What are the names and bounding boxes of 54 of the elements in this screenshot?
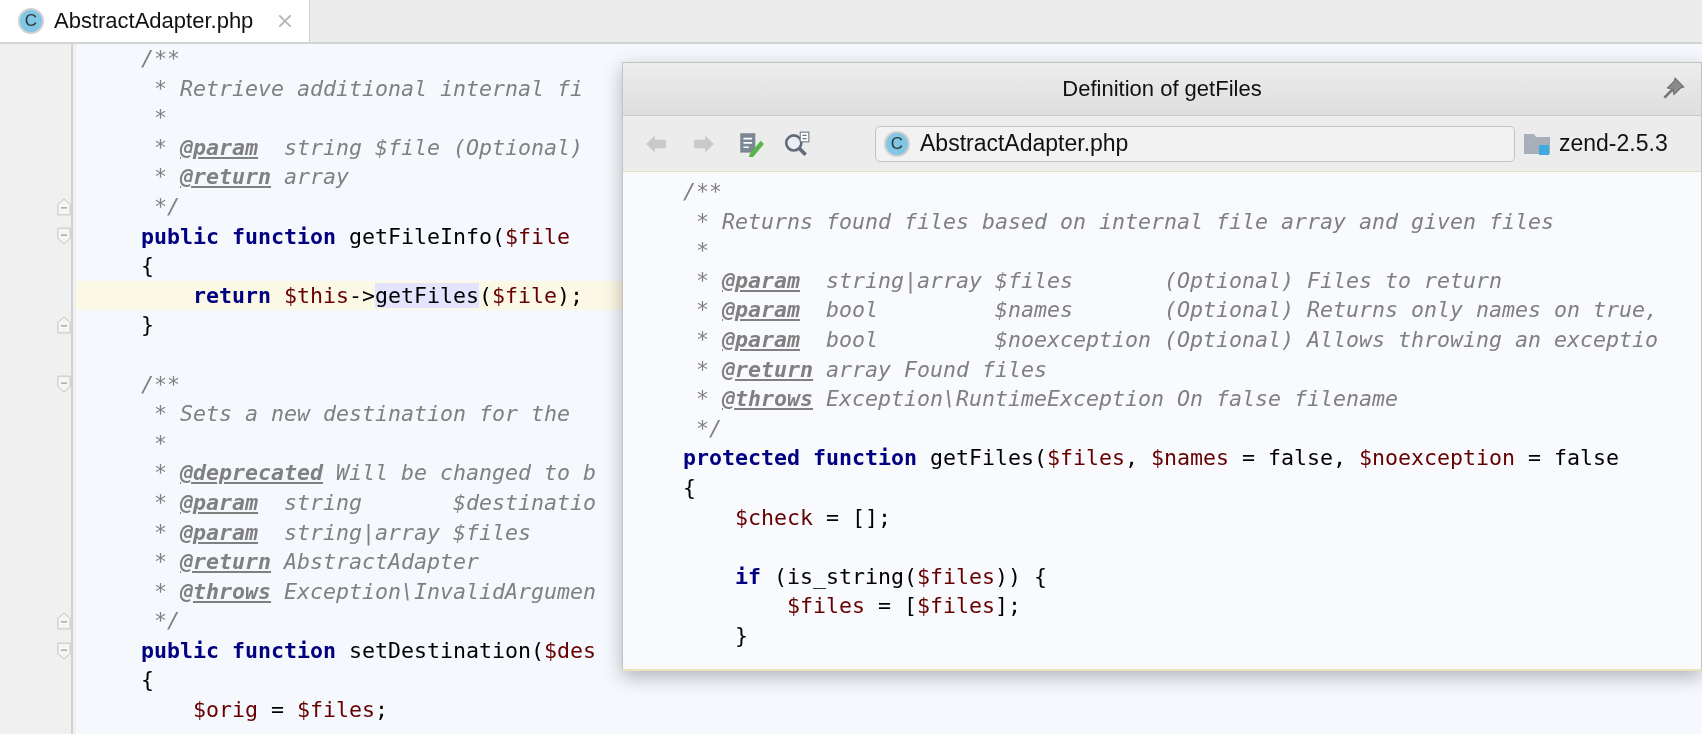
- fold-marker-icon[interactable]: [57, 375, 71, 394]
- pin-icon[interactable]: [1661, 75, 1687, 101]
- code-line: $files = [$files];: [786, 592, 1022, 621]
- fold-marker-icon[interactable]: [57, 227, 71, 246]
- code-line: *: [153, 429, 167, 458]
- code-line: $orig = $files;: [192, 696, 389, 725]
- code-line: return $this->getFiles($file);: [192, 281, 584, 310]
- code-line: * @return AbstractAdapter: [153, 548, 480, 577]
- editor-tab[interactable]: C AbstractAdapter.php: [0, 0, 311, 42]
- code-line: * @param bool $names (Optional) Returns only names on true,: [695, 296, 1659, 325]
- code-line: /**: [140, 45, 180, 73]
- code-line: */: [695, 414, 722, 443]
- file-name: AbstractAdapter.php: [920, 130, 1129, 157]
- code-line: * @return array Found files: [695, 355, 1048, 384]
- code-line: $check = [];: [734, 503, 892, 532]
- class-file-icon: C: [18, 8, 44, 34]
- code-line: * @return array: [153, 163, 350, 192]
- code-line: public function setDestination($des: [140, 636, 597, 665]
- code-line: protected function getFiles($files, $names = false, $noexception = false: [683, 444, 1620, 473]
- popup-title: Definition of getFiles: [1062, 76, 1262, 102]
- code-line: {: [683, 473, 696, 502]
- code-line: * @param string $file (Optional): [153, 133, 584, 162]
- code-line: * @throws Exception\InvalidArgumen: [153, 577, 597, 606]
- code-line: *: [153, 104, 167, 133]
- code-line: {: [140, 666, 154, 695]
- fold-marker-icon[interactable]: [57, 316, 71, 335]
- code-line: {: [140, 252, 154, 281]
- code-line: * Returns found files based on internal file array and given files: [695, 207, 1555, 236]
- code-line: }: [734, 621, 748, 650]
- code-line: * @param string|array $files: [153, 518, 532, 548]
- file-path-field[interactable]: C AbstractAdapter.php: [875, 125, 1515, 162]
- code-line: if (is_string($files)) {: [734, 562, 1048, 591]
- code-line: * Sets a new destination for the: [153, 400, 571, 429]
- code-line: */: [153, 192, 180, 221]
- code-line: }: [140, 311, 154, 340]
- class-file-icon: C: [884, 130, 910, 157]
- code-line: * Retrieve additional internal fi: [153, 74, 584, 103]
- folder-icon: [1523, 131, 1551, 156]
- code-line: /**: [683, 178, 722, 206]
- fold-marker-icon[interactable]: [57, 612, 71, 631]
- code-line: * @deprecated Will be changed to b: [153, 459, 597, 488]
- code-line: /**: [140, 370, 180, 399]
- code-line: public function getFileInfo($file: [140, 222, 571, 251]
- find-usages-icon[interactable]: [783, 129, 811, 158]
- fold-marker-icon[interactable]: [57, 641, 71, 660]
- fold-marker-icon[interactable]: [57, 197, 71, 216]
- close-icon[interactable]: [277, 13, 294, 29]
- code-line: * @param bool $noexception (Optional) Allows throwing an exceptio: [695, 325, 1659, 354]
- code-line: * @param string $destinatio: [153, 488, 597, 517]
- project-name: zend-2.5.3: [1559, 130, 1668, 157]
- code-line: */: [153, 607, 180, 636]
- code-line: * @throws Exception\RuntimeException On false filename: [695, 385, 1399, 414]
- code-line: *: [695, 237, 709, 266]
- code-line: * @param string|array $files (Optional) Files to return: [695, 266, 1503, 296]
